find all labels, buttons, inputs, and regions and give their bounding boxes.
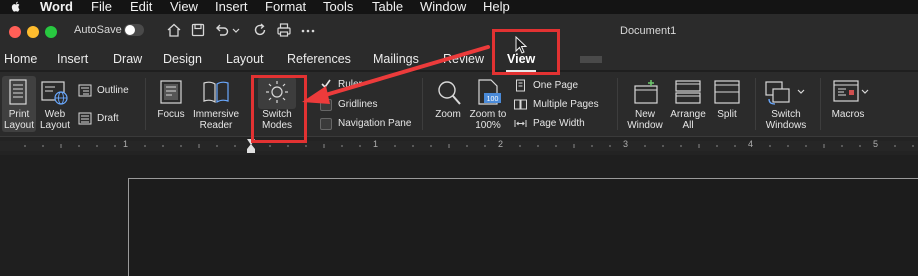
tab-design[interactable]: Design bbox=[163, 52, 202, 66]
chevron-down-icon[interactable] bbox=[797, 88, 805, 96]
minimize-window-button[interactable] bbox=[27, 26, 39, 38]
autosave-label: AutoSave bbox=[74, 24, 122, 36]
menu-table[interactable]: Table bbox=[372, 0, 403, 14]
split-window-icon bbox=[714, 80, 740, 104]
menu-window[interactable]: Window bbox=[420, 0, 466, 14]
ruler-checkbox-checked-icon[interactable] bbox=[320, 78, 332, 90]
save-icon[interactable] bbox=[190, 22, 206, 38]
print-layout-icon bbox=[9, 79, 27, 105]
multiple-pages-button[interactable]: Multiple Pages bbox=[533, 99, 599, 110]
web-layout-icon bbox=[41, 81, 68, 105]
menu-format[interactable]: Format bbox=[265, 0, 306, 14]
switch-windows-button[interactable]: Switch Windows bbox=[760, 109, 812, 131]
switch-windows-icon bbox=[765, 81, 790, 105]
focus-button[interactable]: Focus bbox=[154, 109, 188, 120]
horizontal-ruler[interactable]: 1 1 2 3 4 5 bbox=[0, 137, 918, 155]
undo-dropdown-chevron-icon[interactable] bbox=[232, 22, 240, 38]
print-icon[interactable] bbox=[276, 22, 292, 38]
toggle-knob bbox=[125, 25, 135, 35]
svg-text:100: 100 bbox=[487, 96, 499, 103]
arrange-all-icon bbox=[675, 80, 701, 104]
immersive-reader-button[interactable]: Immersive Reader bbox=[190, 109, 242, 131]
focus-icon bbox=[160, 80, 182, 104]
undo-icon[interactable] bbox=[214, 22, 230, 38]
draft-button[interactable]: Draft bbox=[97, 113, 119, 124]
ruler-scale bbox=[0, 139, 918, 153]
gridlines-checkbox-label: Gridlines bbox=[338, 99, 378, 110]
menu-edit[interactable]: Edit bbox=[130, 0, 152, 14]
menu-file[interactable]: File bbox=[91, 0, 112, 14]
ruler-tick-label: 3 bbox=[623, 139, 629, 149]
multiple-pages-icon bbox=[514, 99, 527, 110]
apple-logo-icon[interactable] bbox=[11, 1, 21, 12]
zoom-window-button[interactable] bbox=[45, 26, 57, 38]
one-page-icon bbox=[516, 79, 525, 92]
tab-references[interactable]: References bbox=[287, 52, 351, 66]
web-layout-button[interactable]: Web Layout bbox=[37, 109, 73, 131]
ruler-tick-label: 1 bbox=[123, 139, 129, 149]
ruler-tick-label: 4 bbox=[748, 139, 754, 149]
macros-icon bbox=[833, 80, 859, 102]
ribbon-separator bbox=[422, 78, 423, 130]
redo-icon[interactable] bbox=[252, 22, 268, 38]
split-button[interactable]: Split bbox=[710, 109, 744, 120]
macos-menu-bar: Word File Edit View Insert Format Tools … bbox=[0, 0, 918, 14]
ruler-checkbox-label: Ruler bbox=[338, 79, 362, 90]
gridlines-checkbox[interactable] bbox=[320, 99, 332, 111]
menu-app-name[interactable]: Word bbox=[40, 0, 73, 14]
tab-draw[interactable]: Draw bbox=[113, 52, 142, 66]
tab-home[interactable]: Home bbox=[4, 52, 37, 66]
chevron-down-icon[interactable] bbox=[861, 88, 869, 96]
draft-icon bbox=[78, 112, 92, 125]
more-options-icon[interactable] bbox=[300, 22, 316, 38]
home-icon[interactable] bbox=[166, 22, 182, 38]
immersive-reader-icon bbox=[203, 81, 229, 104]
print-layout-button[interactable]: Print Layout bbox=[0, 109, 38, 131]
tab-layout[interactable]: Layout bbox=[226, 52, 264, 66]
close-window-button[interactable] bbox=[9, 26, 21, 38]
zoom-to-100-button[interactable]: Zoom to 100% bbox=[466, 109, 510, 131]
tab-insert[interactable]: Insert bbox=[57, 52, 88, 66]
navigation-pane-checkbox[interactable] bbox=[320, 118, 332, 130]
mouse-cursor-icon bbox=[515, 36, 528, 54]
navigation-pane-checkbox-label: Navigation Pane bbox=[338, 118, 412, 129]
tab-mailings[interactable]: Mailings bbox=[373, 52, 419, 66]
tab-review[interactable]: Review bbox=[443, 52, 484, 66]
outline-icon bbox=[78, 84, 92, 97]
one-page-button[interactable]: One Page bbox=[533, 80, 578, 91]
zoom-button[interactable]: Zoom bbox=[430, 109, 466, 120]
ribbon-separator bbox=[820, 78, 821, 130]
zoom-magnifier-icon bbox=[438, 81, 461, 105]
page-width-icon bbox=[514, 120, 527, 127]
page-width-button[interactable]: Page Width bbox=[533, 118, 585, 129]
arrange-all-button[interactable]: Arrange All bbox=[666, 109, 710, 131]
ribbon-separator bbox=[617, 78, 618, 130]
menu-view[interactable]: View bbox=[170, 0, 198, 14]
redacted-tab-placeholder bbox=[580, 56, 602, 63]
menu-help[interactable]: Help bbox=[483, 0, 510, 14]
document-title: Document1 bbox=[620, 25, 677, 37]
menu-insert[interactable]: Insert bbox=[215, 0, 248, 14]
ruler-tick-label: 1 bbox=[373, 139, 379, 149]
zoom-100-icon: 100 bbox=[478, 79, 501, 105]
new-window-icon bbox=[634, 80, 658, 104]
outline-button[interactable]: Outline bbox=[97, 85, 129, 96]
document-page-canvas[interactable] bbox=[128, 178, 918, 276]
ribbon-separator bbox=[755, 78, 756, 130]
ruler-tick-label: 2 bbox=[498, 139, 504, 149]
ribbon-separator bbox=[145, 78, 146, 130]
ruler-tick-label: 5 bbox=[873, 139, 879, 149]
macros-button[interactable]: Macros bbox=[828, 109, 868, 120]
switch-modes-highlight-box bbox=[251, 75, 307, 143]
autosave-toggle[interactable] bbox=[124, 24, 144, 36]
menu-tools[interactable]: Tools bbox=[323, 0, 353, 14]
new-window-button[interactable]: New Window bbox=[622, 109, 668, 131]
